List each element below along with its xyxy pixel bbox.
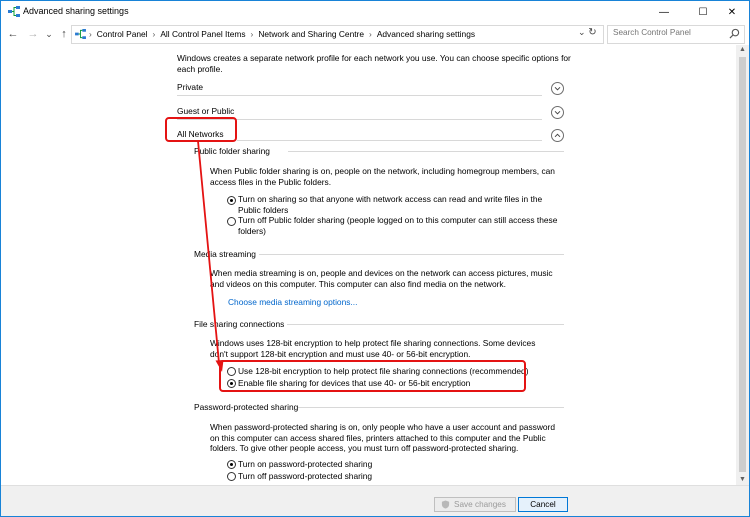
profile-private-label[interactable]: Private bbox=[177, 82, 203, 92]
breadcrumb-separator: › bbox=[89, 29, 92, 39]
divider bbox=[298, 407, 564, 408]
password-sharing-heading: Password-protected sharing bbox=[194, 402, 299, 412]
media-streaming-description: When media streaming is on, people and d… bbox=[210, 268, 553, 289]
address-bar[interactable]: › Control Panel › All Control Panel Items › N… bbox=[71, 25, 604, 44]
password-on-label[interactable]: Turn on password-protected sharing bbox=[238, 459, 372, 469]
footer: Save changes Cancel bbox=[1, 485, 749, 516]
expand-private-button[interactable] bbox=[551, 82, 564, 95]
breadcrumb-control-panel[interactable]: Control Panel bbox=[97, 29, 148, 39]
network-app-icon bbox=[8, 6, 20, 17]
password-on-radio[interactable] bbox=[227, 460, 236, 469]
public-folder-on-radio[interactable] bbox=[227, 196, 236, 205]
back-arrow-icon[interactable]: ← bbox=[6, 27, 20, 41]
file-sharing-heading: File sharing connections bbox=[194, 319, 285, 329]
breadcrumb: › Control Panel › All Control Panel Items › N… bbox=[89, 29, 475, 39]
breadcrumb-advanced-sharing[interactable]: Advanced sharing settings bbox=[377, 29, 475, 39]
divider bbox=[177, 95, 542, 96]
recent-locations-chevron-icon[interactable]: ⌄ bbox=[42, 27, 56, 41]
navigation-bar: ← → ⌄ ↑ › Control Panel › All Control Panel… bbox=[1, 23, 749, 45]
public-folder-off-label[interactable]: Turn off Public folder sharing (people l… bbox=[238, 215, 558, 236]
search-box[interactable] bbox=[607, 25, 745, 44]
scroll-up-icon[interactable]: ▲ bbox=[736, 45, 749, 55]
breadcrumb-separator[interactable]: › bbox=[369, 29, 372, 39]
scrollbar-thumb[interactable] bbox=[739, 57, 746, 472]
scroll-down-icon[interactable]: ▼ bbox=[736, 475, 749, 485]
expand-guest-button[interactable] bbox=[551, 106, 564, 119]
divider bbox=[259, 254, 564, 255]
password-off-label[interactable]: Turn off password-protected sharing bbox=[238, 471, 372, 481]
public-folder-on-label[interactable]: Turn on sharing so that anyone with netw… bbox=[238, 194, 558, 215]
save-changes-label: Save changes bbox=[454, 500, 506, 509]
minimize-button[interactable]: — bbox=[647, 1, 681, 23]
intro-text: Windows creates a separate network profi… bbox=[177, 53, 571, 74]
profile-guest-label[interactable]: Guest or Public bbox=[177, 106, 234, 116]
annotation-box-encryption-options bbox=[219, 360, 526, 392]
search-input[interactable] bbox=[613, 28, 723, 37]
divider bbox=[288, 151, 564, 152]
password-sharing-description: When password-protected sharing is on, o… bbox=[210, 422, 555, 453]
breadcrumb-all-items[interactable]: All Control Panel Items bbox=[160, 29, 245, 39]
public-folder-heading: Public folder sharing bbox=[194, 146, 270, 156]
window-title: Advanced sharing settings bbox=[23, 6, 129, 16]
save-changes-button[interactable]: Save changes bbox=[434, 497, 516, 512]
file-sharing-description: Windows uses 128-bit encryption to help … bbox=[210, 338, 536, 359]
title-bar: Advanced sharing settings — ☐ ✕ bbox=[1, 1, 749, 23]
up-arrow-icon[interactable]: ↑ bbox=[57, 27, 71, 41]
chevron-down-icon bbox=[554, 86, 561, 91]
media-streaming-heading: Media streaming bbox=[194, 249, 256, 259]
divider bbox=[237, 140, 542, 141]
uac-shield-icon bbox=[441, 500, 450, 509]
breadcrumb-network-sharing[interactable]: Network and Sharing Centre bbox=[258, 29, 364, 39]
chevron-up-icon bbox=[554, 133, 561, 138]
annotation-box-all-networks bbox=[165, 117, 237, 142]
cancel-button[interactable]: Cancel bbox=[518, 497, 568, 512]
network-icon bbox=[75, 29, 86, 39]
refresh-icon[interactable]: ↻ bbox=[585, 25, 600, 40]
breadcrumb-separator[interactable]: › bbox=[251, 29, 254, 39]
forward-arrow-icon[interactable]: → bbox=[26, 27, 40, 41]
media-streaming-options-link[interactable]: Choose media streaming options... bbox=[228, 297, 357, 307]
vertical-scrollbar[interactable]: ▲ ▼ bbox=[736, 45, 749, 485]
public-folder-description: When Public folder sharing is on, people… bbox=[210, 166, 555, 187]
collapse-all-networks-button[interactable] bbox=[551, 129, 564, 142]
password-off-radio[interactable] bbox=[227, 472, 236, 481]
breadcrumb-separator[interactable]: › bbox=[153, 29, 156, 39]
settings-content: Windows creates a separate network profi… bbox=[1, 45, 736, 485]
window: Advanced sharing settings — ☐ ✕ ← → ⌄ ↑ … bbox=[0, 0, 750, 517]
close-button[interactable]: ✕ bbox=[715, 1, 749, 23]
chevron-down-icon bbox=[554, 110, 561, 115]
public-folder-off-radio[interactable] bbox=[227, 217, 236, 226]
search-icon[interactable] bbox=[729, 28, 740, 39]
divider bbox=[287, 324, 564, 325]
